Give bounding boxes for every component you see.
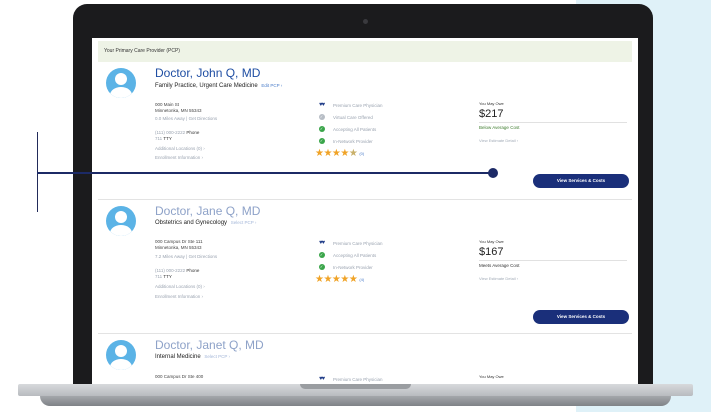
view-estimate-link[interactable]: View Estimate Detail › bbox=[479, 276, 518, 281]
phone-number[interactable]: (111) 000-2222 bbox=[155, 268, 185, 273]
specialty-text: Internal Medicine bbox=[155, 354, 201, 360]
provider-card: Doctor, John Q, MD Family Practice, Urge… bbox=[98, 62, 632, 200]
tty-number[interactable]: 711 bbox=[155, 136, 162, 141]
star-rating: ★★★★★ (4) bbox=[315, 274, 365, 285]
additional-locations-link[interactable]: Additional Locations (0) › bbox=[155, 146, 205, 151]
select-pcp-link[interactable]: Select PCP › bbox=[231, 220, 257, 225]
rating-count[interactable]: (4) bbox=[359, 277, 364, 282]
provider-name[interactable]: Doctor, John Q, MD bbox=[155, 66, 260, 80]
avatar bbox=[106, 68, 136, 98]
provider-address: 000 Main St Minnetonka, MN 55343 bbox=[155, 102, 202, 113]
phone-info: (111) 000-2222 Phone 711 TTY bbox=[155, 268, 199, 279]
check-icon: ✓ bbox=[318, 126, 325, 132]
provider-card: Doctor, Janet Q, MD Internal Medicine Se… bbox=[98, 334, 632, 385]
feature-accepting: ✓ Accepting All Patients bbox=[318, 252, 377, 258]
feature-accepting: ✓ Accepting All Patients bbox=[318, 126, 377, 132]
specialty-text: Obstetrics and Gynecology bbox=[155, 220, 228, 226]
laptop-notch bbox=[300, 384, 411, 389]
annotation-pointer-dot bbox=[488, 168, 498, 178]
laptop-screen: Your Primary Care Provider (PCP) Doctor,… bbox=[92, 38, 638, 385]
select-pcp-link[interactable]: Select PCP › bbox=[204, 354, 230, 359]
enrollment-info-link[interactable]: Enrollment Information › bbox=[155, 155, 203, 160]
cost-comparison: Meets Average Cost bbox=[479, 263, 520, 268]
enrollment-info-link[interactable]: Enrollment Information › bbox=[155, 294, 203, 299]
you-may-owe-label: You May Owe bbox=[479, 374, 504, 379]
avatar bbox=[106, 206, 136, 236]
premium-hearts-icon: ♥♥ bbox=[318, 102, 325, 108]
premium-hearts-icon: ♥♥ bbox=[318, 376, 325, 382]
pcp-section-header: Your Primary Care Provider (PCP) bbox=[98, 41, 632, 62]
view-services-button[interactable]: View Services & Costs bbox=[533, 310, 629, 324]
address-line: 000 Campus Dr Ste 111 bbox=[155, 239, 203, 244]
feature-premium: ♥♥ Premium Care Physician bbox=[315, 102, 383, 108]
laptop-base bbox=[0, 384, 711, 412]
phone-number[interactable]: (111) 000-2222 bbox=[155, 130, 185, 135]
provider-card: Doctor, Jane Q, MD Obstetrics and Gyneco… bbox=[98, 200, 632, 334]
address-line: 000 Campus Dr Ste 400 bbox=[155, 374, 204, 379]
edit-pcp-link[interactable]: Edit PCP › bbox=[261, 83, 282, 88]
phone-info: (111) 000-2222 Phone 711 TTY bbox=[155, 130, 199, 141]
you-may-owe-label: You May Owe bbox=[479, 239, 504, 244]
view-estimate-link[interactable]: View Estimate Detail › bbox=[479, 138, 518, 143]
check-icon: ✓ bbox=[318, 252, 325, 258]
phone-label: Phone bbox=[186, 130, 200, 135]
avatar bbox=[106, 340, 136, 370]
stage: Your Primary Care Provider (PCP) Doctor,… bbox=[0, 0, 711, 412]
address-line: Minnetonka, MN 55343 bbox=[155, 107, 202, 113]
rating-count[interactable]: (0) bbox=[359, 151, 364, 156]
get-directions-link[interactable]: 7.2 Miles Away | Get Directions bbox=[155, 254, 217, 259]
cost-value: $217 bbox=[479, 108, 504, 120]
camera-icon bbox=[363, 19, 368, 24]
feature-in-network: ✓ In-Network Provider bbox=[318, 138, 373, 144]
tty-label: TTY bbox=[163, 135, 172, 141]
additional-locations-link[interactable]: Additional Locations (0) › bbox=[155, 284, 205, 289]
provider-specialty: Obstetrics and Gynecology Select PCP › bbox=[155, 220, 256, 226]
feature-premium: ♥♥ Premium Care Physician bbox=[315, 376, 383, 382]
you-may-owe-label: You May Owe bbox=[479, 101, 504, 106]
tty-number[interactable]: 711 bbox=[155, 274, 162, 279]
view-services-button[interactable]: View Services & Costs bbox=[533, 174, 629, 188]
provider-name[interactable]: Doctor, Jane Q, MD bbox=[155, 204, 260, 218]
cost-divider bbox=[479, 260, 627, 261]
star-rating: ★★★★★ (0) bbox=[315, 148, 365, 159]
check-icon: ✓ bbox=[318, 264, 325, 270]
address-line: Minnetonka, MN 55343 bbox=[155, 244, 202, 250]
provider-address: 000 Campus Dr Ste 111 Minnetonka, MN 553… bbox=[155, 239, 203, 250]
feature-virtual: ✓ Virtual Care Offered bbox=[318, 114, 373, 120]
specialty-text: Family Practice, Urgent Care Medicine bbox=[155, 83, 258, 89]
provider-specialty: Internal Medicine Select PCP › bbox=[155, 354, 230, 360]
get-directions-link[interactable]: 0.0 Miles Away | Get Directions bbox=[155, 116, 217, 121]
provider-address: 000 Campus Dr Ste 400 bbox=[155, 374, 203, 380]
check-icon: ✓ bbox=[318, 138, 325, 144]
cost-divider bbox=[479, 122, 627, 123]
feature-in-network: ✓ In-Network Provider bbox=[318, 264, 373, 270]
phone-label: Phone bbox=[186, 268, 200, 273]
provider-name[interactable]: Doctor, Janet Q, MD bbox=[155, 338, 264, 352]
premium-hearts-icon: ♥♥ bbox=[318, 240, 325, 246]
cost-comparison: Below Average Cost bbox=[479, 125, 520, 130]
annotation-pointer-line bbox=[37, 172, 495, 174]
virtual-care-icon: ✓ bbox=[318, 114, 325, 120]
feature-premium: ♥♥ Premium Care Physician bbox=[315, 240, 383, 246]
provider-specialty: Family Practice, Urgent Care Medicine Ed… bbox=[155, 83, 282, 89]
tty-label: TTY bbox=[163, 273, 172, 279]
cost-value: $167 bbox=[479, 246, 504, 258]
